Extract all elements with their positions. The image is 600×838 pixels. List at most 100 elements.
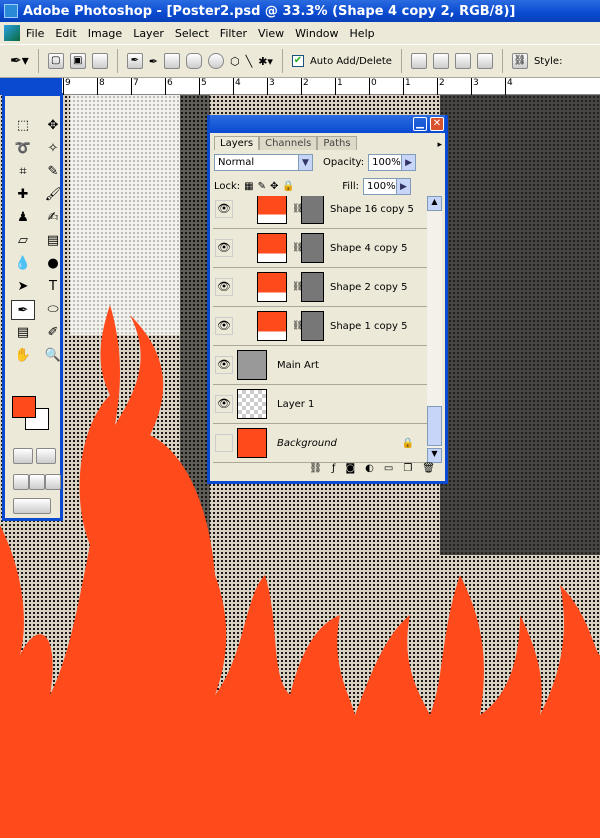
fill-input[interactable]: 100% bbox=[363, 177, 397, 195]
eye-icon[interactable]: 👁 bbox=[215, 395, 233, 413]
eye-icon[interactable]: 👁 bbox=[215, 278, 233, 296]
eye-icon[interactable]: 👁 bbox=[215, 356, 233, 374]
blend-mode-select[interactable]: Normal bbox=[214, 153, 299, 171]
quick-mask-button[interactable] bbox=[36, 448, 56, 464]
crop-tool-icon[interactable]: ⌗ bbox=[11, 162, 35, 182]
zoom-tool-icon[interactable]: 🔍 bbox=[41, 346, 65, 366]
tab-paths[interactable]: Paths bbox=[317, 136, 357, 150]
palette-menu-icon[interactable]: ▸ bbox=[437, 140, 442, 150]
opacity-slider-button[interactable]: ▶ bbox=[402, 153, 417, 171]
full-screen-button[interactable] bbox=[45, 474, 61, 490]
hand-tool-icon[interactable]: ✋ bbox=[11, 346, 35, 366]
add-to-shape-icon[interactable] bbox=[432, 53, 449, 69]
paths-button[interactable]: ▣ bbox=[69, 53, 86, 69]
layer-row[interactable]: Background 🔒 bbox=[213, 424, 432, 463]
fill-pixels-button[interactable] bbox=[91, 53, 108, 69]
layers-scrollbar[interactable]: ▲ ▼ bbox=[427, 196, 442, 463]
layer-row[interactable]: 👁 ⛓ Shape 2 copy 5 bbox=[213, 268, 432, 307]
chevron-down-icon[interactable]: ▼ bbox=[299, 153, 313, 171]
notes-tool-icon[interactable]: ▤ bbox=[11, 323, 35, 343]
line-tool-icon[interactable]: ╲ bbox=[246, 55, 253, 68]
layer-row[interactable]: 👁 Main Art bbox=[213, 346, 432, 385]
type-tool-icon[interactable]: T bbox=[41, 277, 65, 297]
fill-slider-button[interactable]: ▶ bbox=[397, 177, 411, 195]
lock-pixels-icon[interactable]: ✎ bbox=[258, 181, 266, 192]
path-selection-icon[interactable]: ➤ bbox=[11, 277, 35, 297]
layer-row[interactable]: 👁 Layer 1 bbox=[213, 385, 432, 424]
rounded-rectangle-icon[interactable] bbox=[185, 53, 202, 69]
marquee-tool-icon[interactable]: ⬚ bbox=[11, 116, 35, 136]
dodge-tool-icon[interactable]: ● bbox=[41, 254, 65, 274]
new-group-icon[interactable]: ▭ bbox=[384, 463, 393, 479]
combine-icon[interactable] bbox=[410, 53, 427, 69]
menu-help[interactable]: Help bbox=[350, 27, 375, 40]
eye-icon[interactable]: 👁 bbox=[215, 317, 233, 335]
add-mask-icon[interactable]: ◙ bbox=[345, 463, 355, 479]
pen-tool-preset-icon[interactable]: ✒▾ bbox=[10, 53, 29, 69]
ellipse-tool-icon[interactable] bbox=[207, 53, 224, 69]
lock-all-icon[interactable]: 🔒 bbox=[282, 181, 294, 192]
jump-to-imageready-button[interactable] bbox=[13, 498, 51, 514]
intersect-icon[interactable] bbox=[476, 53, 493, 69]
auto-add-delete-checkbox[interactable]: ✔ bbox=[291, 55, 304, 67]
lock-position-icon[interactable]: ✥ bbox=[270, 181, 278, 192]
menu-edit[interactable]: Edit bbox=[55, 27, 76, 40]
scroll-thumb[interactable] bbox=[427, 406, 442, 446]
eye-icon[interactable]: 👁 bbox=[215, 200, 233, 218]
photoshop-logo-icon[interactable] bbox=[4, 25, 20, 41]
eraser-icon[interactable]: ▱ bbox=[11, 231, 35, 251]
menu-image[interactable]: Image bbox=[88, 27, 122, 40]
pen-tool-icon[interactable]: ✒ bbox=[11, 300, 35, 320]
history-brush-icon[interactable]: ✍ bbox=[41, 208, 65, 228]
trash-icon[interactable]: 🗑 bbox=[422, 463, 435, 479]
lasso-tool-icon[interactable]: ➰ bbox=[11, 139, 35, 159]
layer-row[interactable]: 👁 ⛓ Shape 4 copy 5 bbox=[213, 229, 432, 268]
shape-layers-button[interactable]: ▢ bbox=[47, 53, 64, 69]
eyedropper-icon[interactable]: ✐ bbox=[41, 323, 65, 343]
scroll-up-button[interactable]: ▲ bbox=[427, 196, 442, 211]
menu-select[interactable]: Select bbox=[175, 27, 209, 40]
freeform-pen-icon[interactable]: ✒ bbox=[149, 55, 158, 68]
move-tool-icon[interactable]: ✥ bbox=[41, 116, 65, 136]
menu-layer[interactable]: Layer bbox=[133, 27, 164, 40]
rectangle-tool-icon[interactable] bbox=[163, 53, 180, 69]
brush-tool-icon[interactable]: 🖌 bbox=[41, 185, 65, 205]
menu-view[interactable]: View bbox=[258, 27, 284, 40]
lock-transparency-icon[interactable]: ▦ bbox=[244, 181, 253, 192]
eye-icon[interactable]: 👁 bbox=[215, 239, 233, 257]
adjustment-layer-icon[interactable]: ◐ bbox=[365, 463, 374, 479]
full-screen-menu-button[interactable] bbox=[29, 474, 45, 490]
menu-window[interactable]: Window bbox=[295, 27, 338, 40]
slice-tool-icon[interactable]: ✎ bbox=[41, 162, 65, 182]
scroll-down-button[interactable]: ▼ bbox=[427, 448, 442, 463]
clone-stamp-icon[interactable]: ♟ bbox=[11, 208, 35, 228]
tab-layers[interactable]: Layers bbox=[214, 136, 260, 150]
new-layer-icon[interactable]: ❐ bbox=[403, 463, 412, 479]
polygon-tool-icon[interactable]: ⬡ bbox=[230, 55, 240, 68]
magic-wand-icon[interactable]: ✧ bbox=[41, 139, 65, 159]
link-layers-icon[interactable]: ⛓ bbox=[309, 463, 322, 479]
layer-style-icon[interactable]: ƒ bbox=[332, 463, 336, 479]
screen-mode-button[interactable] bbox=[13, 474, 29, 490]
layer-row[interactable]: 👁 ⛓ Shape 16 copy 5 bbox=[213, 196, 432, 229]
menu-filter[interactable]: Filter bbox=[220, 27, 247, 40]
palette-title-bar[interactable]: ▁ ✕ bbox=[210, 115, 445, 133]
opacity-input[interactable]: 100% bbox=[368, 153, 403, 171]
eye-hidden-box[interactable] bbox=[215, 434, 233, 452]
foreground-color-swatch[interactable] bbox=[12, 396, 36, 418]
pen-tool-button[interactable]: ✒ bbox=[126, 53, 143, 69]
close-button[interactable]: ✕ bbox=[430, 117, 444, 131]
custom-shape-icon[interactable]: ✱▾ bbox=[258, 55, 273, 68]
minimize-button[interactable]: ▁ bbox=[413, 117, 427, 131]
ruler-tick-label: 3 bbox=[267, 78, 275, 95]
gradient-tool-icon[interactable]: ▤ bbox=[41, 231, 65, 251]
blur-tool-icon[interactable]: 💧 bbox=[11, 254, 35, 274]
tab-channels[interactable]: Channels bbox=[259, 136, 318, 150]
menu-file[interactable]: File bbox=[26, 27, 44, 40]
subtract-icon[interactable] bbox=[454, 53, 471, 69]
healing-brush-icon[interactable]: ✚ bbox=[11, 185, 35, 205]
ellipse-shape-icon[interactable]: ⬭ bbox=[41, 300, 65, 320]
link-style-icon[interactable]: ⛓ bbox=[511, 53, 528, 69]
layer-row[interactable]: 👁 ⛓ Shape 1 copy 5 bbox=[213, 307, 432, 346]
standard-mode-button[interactable] bbox=[13, 448, 33, 464]
